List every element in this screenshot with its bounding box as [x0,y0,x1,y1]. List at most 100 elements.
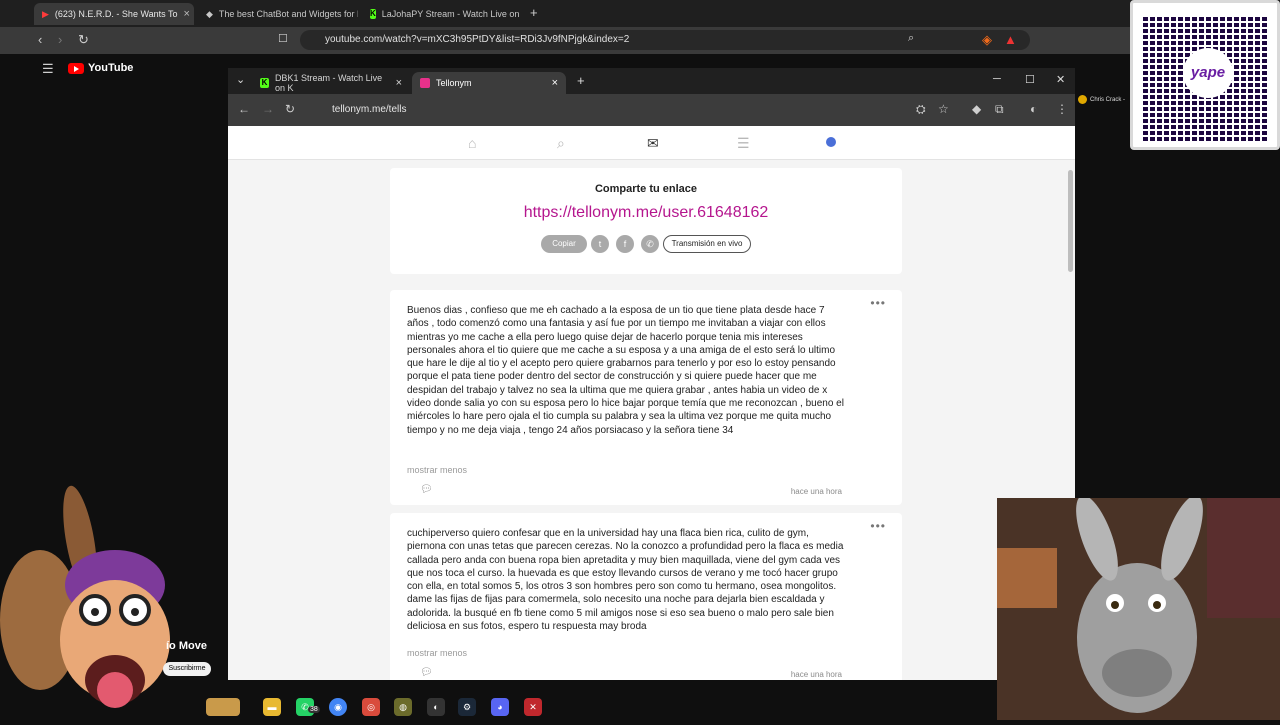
home-icon[interactable]: ⌂ [468,135,476,151]
file-explorer-icon[interactable]: ▬ [263,698,281,716]
side-user-label: Chris Crack - [1090,96,1126,103]
subscribe-button[interactable]: Suscribirme [163,662,211,676]
youtube-favicon-icon: ▶ [42,8,49,19]
donkey-avatar-illustration [0,485,170,708]
tell-card: ••• cuchiperverso quiero confesar que en… [390,513,902,680]
back-icon[interactable]: ← [238,102,250,116]
yape-logo: yape [1183,48,1233,98]
outer-url-field[interactable]: youtube.com/watch?v=mXC3h95PtDY&list=RDi… [300,30,1030,50]
twitter-icon[interactable]: t [591,235,609,253]
tab-search-icon[interactable]: ⌄ [236,73,245,86]
inner-address-bar: ← → ↻ tellonym.me/tells ⛭ ☆ ◆ ⧉ ◐ ⋮ [228,94,1075,126]
inner-url-field[interactable]: tellonym.me/tells [308,99,908,121]
outer-tab-youtube[interactable]: ▶ (623) N.E.R.D. - She Wants To × [34,3,194,25]
user-avatar-icon [1078,95,1087,104]
tellonym-favicon-icon [420,78,430,88]
copy-button[interactable]: Copiar [541,235,587,253]
inner-tab-label: Tellonym [436,78,472,88]
translate-icon[interactable]: ⛭ [916,102,926,117]
close-icon[interactable]: × [552,77,558,89]
app-icon[interactable]: ◍ [394,698,412,716]
forward-icon[interactable]: → [262,102,274,116]
more-options-icon[interactable]: ••• [870,519,886,533]
chatbot-favicon-icon: ◆ [206,8,213,19]
share-link[interactable]: https://tellonym.me/user.61648162 [390,204,902,222]
webcam-feed [997,498,1280,720]
inner-browser-window: ⌄ K DBK1 Stream - Watch Live on K × Tell… [228,68,1075,680]
maximize-icon[interactable]: ☐ [1025,73,1035,86]
tell-text: Buenos dias , confieso que me eh cachado… [407,305,844,436]
close-window-icon[interactable]: ✕ [1056,73,1065,86]
inner-tab-tellonym[interactable]: Tellonym × [412,72,566,94]
kick-favicon-icon: K [260,78,269,88]
new-tab-icon[interactable]: + [530,5,538,20]
inner-url-text: tellonym.me/tells [332,104,407,115]
discord-icon[interactable]: ◕ [491,698,509,716]
bookmark-icon[interactable]: ☐ [278,32,288,45]
new-tab-icon[interactable]: + [577,73,585,88]
side-user-badge: Chris Crack - [1078,95,1125,104]
inner-tab-bar: ⌄ K DBK1 Stream - Watch Live on K × Tell… [228,68,1075,94]
youtube-play-icon [68,62,84,74]
app-icon[interactable]: ✕ [524,698,542,716]
youtube-logo-text: YouTube [88,62,134,74]
show-less-link[interactable]: mostrar menos [407,465,467,475]
qr-code-overlay: yape [1130,0,1280,150]
comment-icon[interactable]: 💬︎ [420,667,433,678]
reload-icon[interactable]: ↻ [285,102,295,116]
tell-text: cuchiperverso quiero confesar que en la … [407,528,844,633]
show-less-link[interactable]: mostrar menos [407,648,467,658]
outer-tab-label: (623) N.E.R.D. - She Wants To [54,9,178,19]
streamer-avatar [0,480,225,720]
search-icon[interactable]: ⌕ [557,135,565,152]
minimize-icon[interactable]: ─ [993,73,1001,85]
outer-address-bar: ‹ › ↻ ☐ youtube.com/watch?v=mXC3h95PtDY&… [0,27,1280,54]
menu-icon[interactable]: ☰ [42,61,54,77]
tell-timestamp: hace una hora [790,487,842,496]
taskbar-food-icon[interactable] [206,698,240,716]
obs-icon[interactable]: ◐ [427,698,445,716]
app-icon[interactable]: ◎ [362,698,380,716]
zoom-icon[interactable]: ⌕ [908,32,914,45]
whatsapp-badge: 38 [308,706,320,713]
profile-icon[interactable]: ◐ [1030,102,1037,116]
brave-rewards-icon[interactable]: ▲ [1004,32,1017,47]
outer-url-text: youtube.com/watch?v=mXC3h95PtDY&list=RDi… [325,34,630,45]
inbox-icon[interactable]: ✉ [647,135,659,152]
steam-icon[interactable]: ⚙ [458,698,476,716]
reload-icon[interactable]: ↻ [78,32,89,48]
feed-icon[interactable]: ☰ [737,135,750,152]
close-icon[interactable]: × [183,8,189,20]
share-link-card: Comparte tu enlace https://tellonym.me/u… [390,168,902,274]
brave-shield-icon[interactable]: ◈ [982,32,992,48]
outer-tab-bar: ▶ (623) N.E.R.D. - She Wants To × ◆ The … [0,0,1280,27]
more-options-icon[interactable]: ••• [870,296,886,310]
inner-tab-kick[interactable]: K DBK1 Stream - Watch Live on K × [252,72,410,94]
youtube-logo[interactable]: YouTube [68,62,133,74]
outer-tab-kick[interactable]: K LaJohaPY Stream - Watch Live on [362,3,522,25]
facebook-icon[interactable]: f [616,235,634,253]
inner-tab-label: DBK1 Stream - Watch Live on K [274,73,383,93]
tell-timestamp: hace una hora [790,670,842,679]
whatsapp-icon[interactable]: ✆ [641,235,659,253]
extensions-icon[interactable]: ⧉ [995,102,1004,117]
more-menu-icon[interactable]: ⋮ [1056,102,1068,116]
close-icon[interactable]: × [396,77,402,89]
avatar-icon[interactable] [826,137,836,147]
forward-icon[interactable]: › [58,32,62,47]
webcam-donkey-mask [997,498,1280,720]
taskbar: ▬ ✆ 38 ◉ ◎ ◍ ◐ ⚙ ◕ ✕ [190,694,590,720]
comment-icon[interactable]: 💬︎ [420,484,433,495]
share-title: Comparte tu enlace [594,183,698,195]
back-icon[interactable]: ‹ [38,32,42,47]
scrollbar[interactable] [1068,170,1073,272]
chrome-icon[interactable]: ◉ [329,698,347,716]
tellonym-nav: ⌂ ⌕ ✉ ☰ [228,126,1075,160]
kick-favicon-icon: K [370,9,376,19]
outer-tab-chatbot[interactable]: ◆ The best ChatBot and Widgets for K [198,3,358,25]
tell-card: ••• Buenos dias , confieso que me eh cac… [390,290,902,505]
live-stream-button[interactable]: Transmisión en vivo [663,235,751,253]
outer-tab-label: LaJohaPY Stream - Watch Live on [381,9,520,19]
star-icon[interactable]: ☆ [938,102,949,116]
extension-diamond-icon[interactable]: ◆ [972,102,981,116]
